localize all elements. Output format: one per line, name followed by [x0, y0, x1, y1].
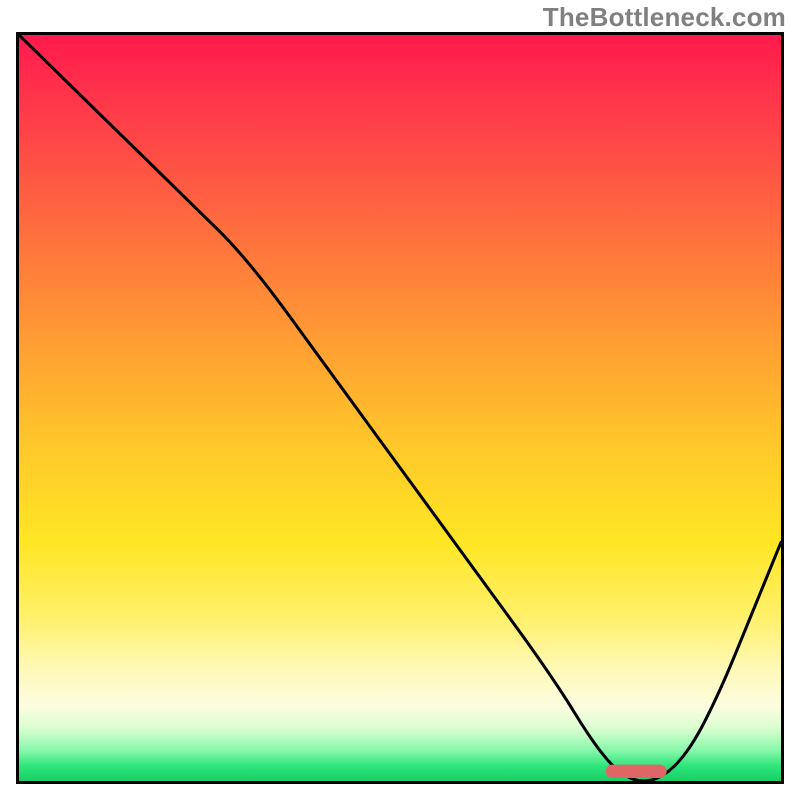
plot-overlay-svg: [19, 35, 781, 781]
bottleneck-curve-line: [19, 35, 781, 781]
watermark-text: TheBottleneck.com: [543, 2, 786, 33]
plot-area: [16, 32, 784, 784]
chart-frame: TheBottleneck.com: [0, 0, 800, 800]
optimal-range-marker: [606, 765, 667, 778]
